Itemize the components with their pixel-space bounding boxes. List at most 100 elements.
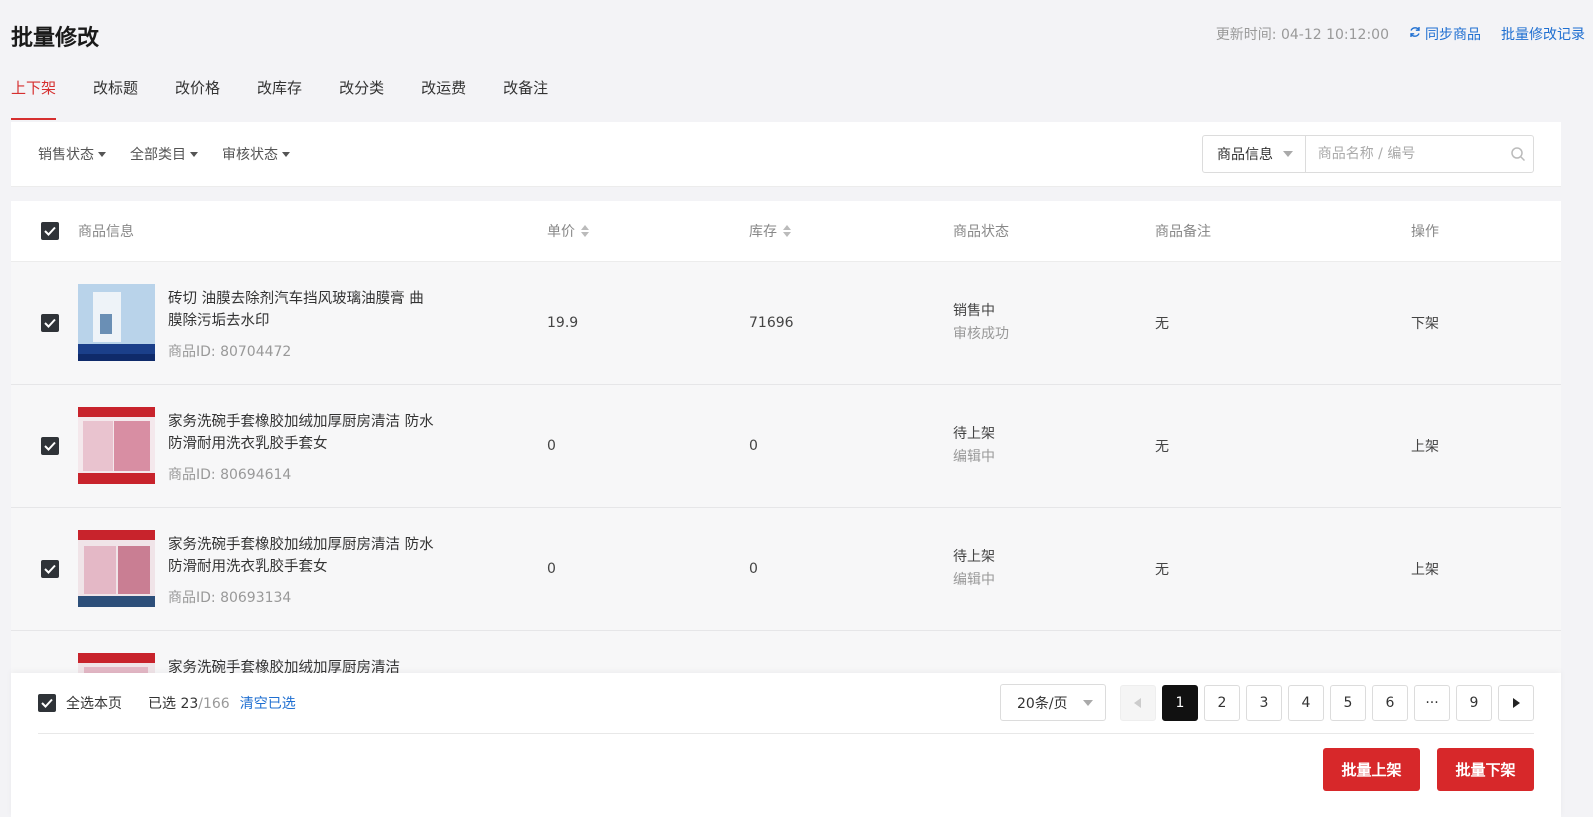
- header-product: 商品信息: [78, 224, 134, 240]
- page-button[interactable]: 1: [1162, 684, 1198, 721]
- review-status: 编辑中: [953, 449, 995, 465]
- caret-down-icon: [282, 151, 290, 157]
- page-ellipsis[interactable]: ···: [1414, 684, 1450, 721]
- chevron-left-icon: [1134, 697, 1141, 708]
- product-thumbnail[interactable]: [78, 284, 155, 361]
- select-page-label: 全选本页: [66, 696, 122, 712]
- clear-selection-link[interactable]: 清空已选: [240, 693, 296, 713]
- search-group: 商品信息: [1202, 135, 1534, 173]
- header-status: 商品状态: [953, 224, 1009, 240]
- caret-down-icon: [1083, 699, 1093, 706]
- tab-price[interactable]: 改价格: [175, 74, 220, 120]
- product-thumbnail[interactable]: [78, 407, 155, 484]
- sync-products-link[interactable]: 同步商品: [1409, 24, 1481, 44]
- page-button[interactable]: 6: [1372, 684, 1408, 721]
- page-button[interactable]: 4: [1288, 684, 1324, 721]
- category-dropdown[interactable]: 全部类目: [130, 144, 198, 164]
- tab-stock[interactable]: 改库存: [257, 74, 302, 120]
- product-title[interactable]: 家务洗碗手套橡胶加绒加厚厨房清洁: [168, 657, 438, 673]
- product-table: 商品信息 单价 库存 商品状态 商品备注 操作 砖切 油膜去除剂汽车挡风玻璃油膜…: [11, 201, 1561, 673]
- table-row: 家务洗碗手套橡胶加绒加厚厨房清洁 防水防滑耐用洗衣乳胶手套女 商品ID: 806…: [11, 508, 1561, 631]
- header-action: 操作: [1411, 224, 1439, 240]
- product-note: 无: [1155, 439, 1169, 455]
- product-stock: 71696: [749, 315, 794, 331]
- footer-bar: 全选本页 已选 23/166 清空已选 20条/页 1 2 3 4 5 6 ··…: [11, 673, 1561, 817]
- row-checkbox[interactable]: [41, 314, 59, 332]
- batch-history-link[interactable]: 批量修改记录: [1501, 24, 1585, 44]
- product-title[interactable]: 家务洗碗手套橡胶加绒加厚厨房清洁 防水防滑耐用洗衣乳胶手套女: [168, 534, 438, 578]
- list-button[interactable]: 上架: [1411, 385, 1439, 507]
- sale-status: 销售中: [953, 303, 995, 319]
- update-time: 更新时间: 04-12 10:12:00: [1215, 27, 1389, 43]
- search-type-select[interactable]: 商品信息: [1203, 136, 1306, 172]
- chevron-right-icon: [1513, 697, 1520, 708]
- product-id: 商品ID: 80693134: [168, 590, 292, 606]
- tab-bar: 上下架 改标题 改价格 改库存 改分类 改运费 改备注: [11, 74, 548, 120]
- tab-listing[interactable]: 上下架: [11, 74, 57, 120]
- refresh-icon: [1409, 26, 1421, 42]
- caret-down-icon: [190, 151, 198, 157]
- page-button[interactable]: 9: [1456, 684, 1492, 721]
- select-all-checkbox[interactable]: [41, 222, 59, 240]
- product-id: 商品ID: 80704472: [168, 344, 292, 360]
- sale-status: 待上架: [953, 426, 995, 442]
- page-title: 批量修改: [11, 26, 100, 51]
- caret-down-icon: [1282, 151, 1293, 157]
- product-id: 商品ID: 80694614: [168, 467, 292, 483]
- next-page-button[interactable]: [1498, 684, 1534, 721]
- sale-status-dropdown[interactable]: 销售状态: [38, 144, 106, 164]
- product-title[interactable]: 家务洗碗手套橡胶加绒加厚厨房清洁 防水防滑耐用洗衣乳胶手套女: [168, 411, 438, 455]
- row-checkbox[interactable]: [41, 560, 59, 578]
- page-button[interactable]: 5: [1330, 684, 1366, 721]
- page-size-select[interactable]: 20条/页: [1000, 684, 1106, 721]
- page-button[interactable]: 2: [1204, 684, 1240, 721]
- product-price: 0: [547, 438, 556, 454]
- header-stock[interactable]: 库存: [749, 201, 791, 261]
- batch-list-button[interactable]: 批量上架: [1323, 748, 1420, 791]
- tab-title[interactable]: 改标题: [93, 74, 138, 120]
- tab-note[interactable]: 改备注: [503, 74, 548, 120]
- sync-products-label: 同步商品: [1425, 27, 1481, 43]
- product-thumbnail[interactable]: [78, 530, 155, 607]
- divider: [38, 733, 1534, 734]
- caret-down-icon: [98, 151, 106, 157]
- product-note: 无: [1155, 316, 1169, 332]
- header-price-label: 单价: [547, 224, 575, 240]
- review-status: 编辑中: [953, 572, 995, 588]
- delist-button[interactable]: 下架: [1411, 262, 1439, 384]
- tab-shipping[interactable]: 改运费: [421, 74, 466, 120]
- batch-actions: 批量上架 批量下架: [1323, 748, 1534, 791]
- product-title[interactable]: 砖切 油膜去除剂汽车挡风玻璃油膜膏 曲膜除污垢去水印: [168, 288, 438, 332]
- row-checkbox[interactable]: [41, 437, 59, 455]
- pagination: 20条/页 1 2 3 4 5 6 ··· 9: [1000, 684, 1534, 721]
- page-size-label: 20条/页: [1017, 695, 1068, 712]
- tab-category[interactable]: 改分类: [339, 74, 384, 120]
- review-status-dropdown[interactable]: 审核状态: [222, 144, 290, 164]
- header-price[interactable]: 单价: [547, 201, 589, 261]
- sort-icon: [783, 225, 791, 237]
- page-button[interactable]: 3: [1246, 684, 1282, 721]
- product-thumbnail[interactable]: [78, 653, 155, 673]
- review-status-label: 审核状态: [222, 147, 278, 163]
- product-stock: 0: [749, 561, 758, 577]
- table-row: 家务洗碗手套橡胶加绒加厚厨房清洁: [11, 631, 1561, 673]
- selected-count: 已选 23/166: [148, 693, 230, 713]
- select-page-checkbox[interactable]: [38, 694, 56, 712]
- table-header: 商品信息 单价 库存 商品状态 商品备注 操作: [11, 201, 1561, 262]
- prev-page-button[interactable]: [1120, 684, 1156, 721]
- search-type-label: 商品信息: [1217, 147, 1273, 163]
- category-label: 全部类目: [130, 147, 186, 163]
- search-input[interactable]: [1305, 136, 1504, 172]
- sale-status-label: 销售状态: [38, 147, 94, 163]
- table-row: 砖切 油膜去除剂汽车挡风玻璃油膜膏 曲膜除污垢去水印 商品ID: 8070447…: [11, 262, 1561, 385]
- header-actions: 更新时间: 04-12 10:12:00 同步商品 批量修改记录: [1216, 24, 1585, 44]
- list-button[interactable]: 上架: [1411, 508, 1439, 630]
- product-price: 19.9: [547, 315, 579, 331]
- sale-status: 待上架: [953, 549, 995, 565]
- table-row: 家务洗碗手套橡胶加绒加厚厨房清洁 防水防滑耐用洗衣乳胶手套女 商品ID: 806…: [11, 385, 1561, 508]
- batch-delist-button[interactable]: 批量下架: [1437, 748, 1534, 791]
- filter-bar: 销售状态 全部类目 审核状态 商品信息: [11, 122, 1561, 187]
- search-icon[interactable]: [1504, 136, 1533, 172]
- header-note: 商品备注: [1155, 224, 1211, 240]
- selected-count-value: 已选 23: [148, 696, 199, 712]
